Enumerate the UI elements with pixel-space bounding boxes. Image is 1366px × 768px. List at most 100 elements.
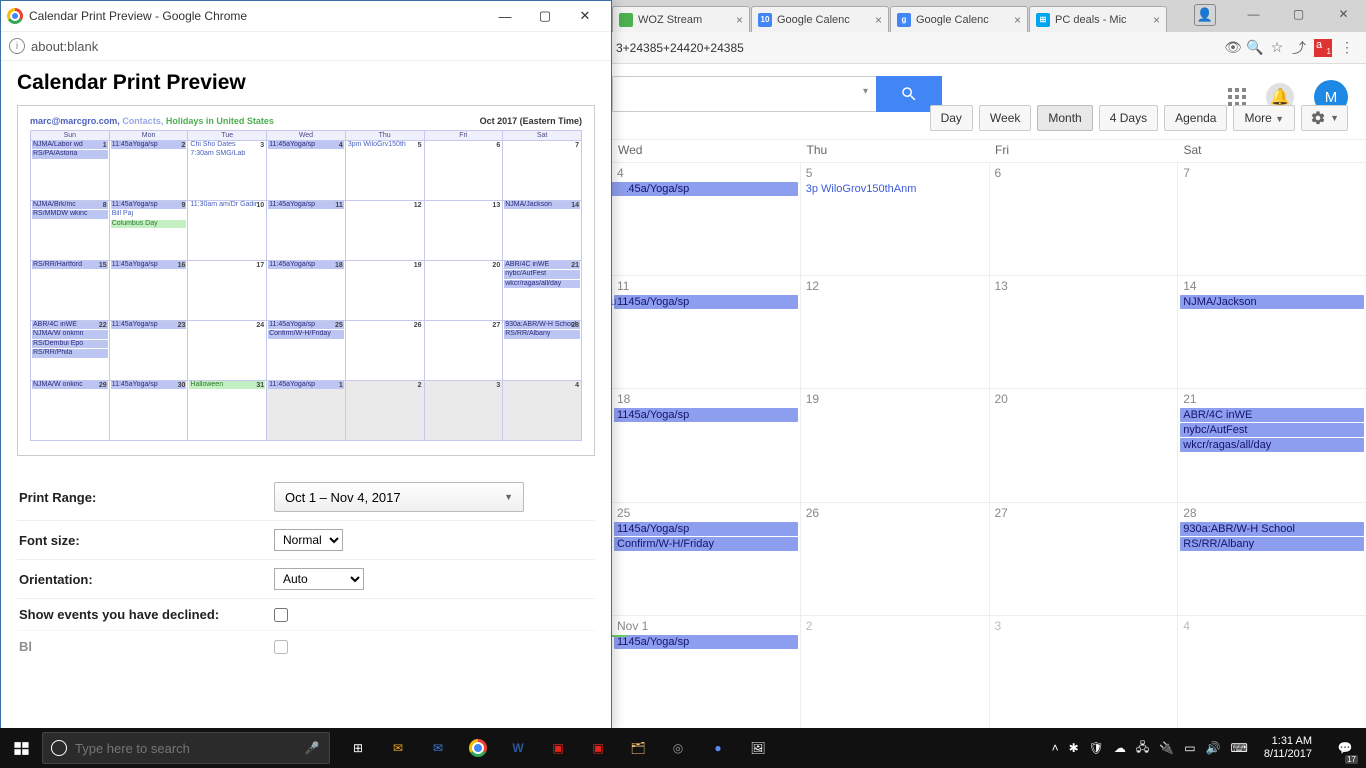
chrome-icon[interactable] xyxy=(458,728,498,768)
zoom-icon[interactable]: 🔍 xyxy=(1244,39,1266,56)
browser-tab[interactable]: 10Google Calenc× xyxy=(751,6,889,32)
calendar-event[interactable]: wkcr/ragas/all/day xyxy=(1180,438,1364,452)
cortana-icon xyxy=(43,740,75,756)
calendar-day-cell[interactable]: 11Gadiraju1145a/Yoga/sp xyxy=(612,276,800,388)
calendar-day-cell[interactable]: 21ABR/4C inWEnybc/AutFestwkcr/ragas/all/… xyxy=(1177,389,1366,501)
mic-icon[interactable]: 🎤 xyxy=(295,741,329,755)
tray-up-icon[interactable]: ˄ xyxy=(1052,741,1059,755)
bw-label: Bl xyxy=(19,639,274,654)
calendar-event[interactable]: 930a:ABR/W-H School xyxy=(1180,522,1364,536)
settings-button[interactable]: ▼ xyxy=(1301,105,1348,131)
browser-tab[interactable]: WOZ Stream× xyxy=(612,6,750,32)
calendar-day-cell[interactable]: 181145a/Yoga/sp xyxy=(612,389,800,501)
app-icon-2[interactable]: ● xyxy=(698,728,738,768)
calendar-day-cell[interactable]: 4 xyxy=(1177,616,1366,728)
calendar-event[interactable]: 1145a/Yoga/sp xyxy=(614,408,798,422)
calendar-day-cell[interactable]: 28930a:ABR/W-H SchoolRS/RR/Albany xyxy=(1177,503,1366,615)
calendar-event[interactable]: ABR/4C inWE xyxy=(1180,408,1364,422)
calendar-day-cell[interactable]: 20 xyxy=(989,389,1178,501)
calendar-day-cell[interactable]: 251145a/Yoga/spConfirm/W-H/Friday xyxy=(612,503,800,615)
chrome-profile-button[interactable]: 👤 xyxy=(1194,4,1216,26)
extension-icon[interactable]: ⤴ xyxy=(1288,38,1310,58)
word-icon[interactable]: W xyxy=(498,728,538,768)
search-input[interactable] xyxy=(612,76,876,112)
calendar-event[interactable]: RS/RR/Albany xyxy=(1180,537,1364,551)
view-day[interactable]: Day xyxy=(930,105,973,131)
tab-close-icon[interactable]: × xyxy=(875,13,882,27)
explorer-icon[interactable]: 🗂 xyxy=(618,728,658,768)
calendar-event[interactable]: Confirm/W-H/Friday xyxy=(614,537,798,551)
calendar-event[interactable]: 1145a/Yoga/sp xyxy=(614,182,798,196)
tab-close-icon[interactable]: × xyxy=(1153,13,1160,27)
maximize-button[interactable]: ▢ xyxy=(1276,0,1321,28)
eye-icon[interactable]: 👁 xyxy=(1222,39,1244,56)
view-agenda[interactable]: Agenda xyxy=(1164,105,1227,131)
adobe-reader-icon-2[interactable]: ▣ xyxy=(578,728,618,768)
popup-address-bar[interactable]: i about:blank xyxy=(1,31,611,61)
view-month[interactable]: Month xyxy=(1037,105,1092,131)
adblock-extension-icon[interactable]: 1 xyxy=(1314,39,1332,57)
keyboard-icon[interactable]: ⌨ xyxy=(1231,741,1248,755)
browser-tab[interactable]: gGoogle Calenc× xyxy=(890,6,1028,32)
calendar-day-cell[interactable]: Nov 11145a/Yoga/sp xyxy=(612,616,800,728)
font-size-select[interactable]: Normal xyxy=(274,529,343,551)
browser-tab[interactable]: ⊞PC deals - Mic× xyxy=(1029,6,1167,32)
calendar-event[interactable]: nybc/AutFest xyxy=(1180,423,1364,437)
cortana-input[interactable] xyxy=(75,741,295,756)
calendar-day-cell[interactable]: 19 xyxy=(800,389,989,501)
calendar-day-cell[interactable]: 7 xyxy=(1177,163,1366,275)
calendar-day-cell[interactable]: 12 xyxy=(800,276,989,388)
calendar-event[interactable]: NJMA/Jackson xyxy=(1180,295,1364,309)
calendar-day-cell[interactable]: 4es1145a/Yoga/sp xyxy=(612,163,800,275)
popup-minimize-button[interactable]: — xyxy=(485,9,525,24)
bw-checkbox[interactable] xyxy=(274,640,288,654)
browser-address-bar[interactable]: 3+24385+24420+24385 👁 🔍 ☆ ⤴ 1 ⋮ xyxy=(612,32,1366,64)
calendar-day-cell[interactable]: 26 xyxy=(800,503,989,615)
outlook-icon[interactable]: ✉ xyxy=(378,728,418,768)
thunderbird-icon[interactable]: ✉ xyxy=(418,728,458,768)
print-range-select[interactable]: Oct 1 – Nov 4, 2017▼ xyxy=(274,482,524,512)
declined-events-checkbox[interactable] xyxy=(274,608,288,622)
chrome-menu-icon[interactable]: ⋮ xyxy=(1336,39,1358,56)
app-icon-3[interactable]: 🖼 xyxy=(738,728,778,768)
view-4days[interactable]: 4 Days xyxy=(1099,105,1158,131)
calendar-day-cell[interactable]: 6 xyxy=(989,163,1178,275)
view-week[interactable]: Week xyxy=(979,105,1031,131)
orientation-select[interactable]: Auto xyxy=(274,568,364,590)
bluetooth-icon[interactable]: ✱ xyxy=(1069,741,1079,755)
star-icon[interactable]: ☆ xyxy=(1266,39,1288,56)
power-icon[interactable]: 🔌 xyxy=(1159,741,1174,755)
calendar-day-cell[interactable]: 3 xyxy=(989,616,1178,728)
day-number: 25 xyxy=(614,505,798,521)
popup-maximize-button[interactable]: ▢ xyxy=(525,8,565,24)
volume-icon[interactable]: 🔊 xyxy=(1206,741,1221,755)
network-icon[interactable]: 🖧 xyxy=(1136,738,1149,759)
calendar-event[interactable]: 3p WiloGrov150thAnm xyxy=(803,182,987,196)
onedrive-icon[interactable]: ☁ xyxy=(1114,741,1126,755)
defender-icon[interactable]: 🛡 xyxy=(1089,741,1104,755)
calendar-day-cell[interactable]: 27 xyxy=(989,503,1178,615)
adobe-reader-icon[interactable]: ▣ xyxy=(538,728,578,768)
calendar-event[interactable]: 1145a/Yoga/sp xyxy=(614,295,798,309)
calendar-event[interactable]: 1145a/Yoga/sp xyxy=(614,522,798,536)
google-apps-icon[interactable] xyxy=(1228,88,1246,106)
info-icon[interactable]: i xyxy=(9,38,25,54)
calendar-day-cell[interactable]: 53p WiloGrov150thAnm xyxy=(800,163,989,275)
app-icon[interactable]: ◎ xyxy=(658,728,698,768)
start-button[interactable] xyxy=(0,728,42,768)
calendar-day-cell[interactable]: 13 xyxy=(989,276,1178,388)
tab-close-icon[interactable]: × xyxy=(736,13,743,27)
minimize-button[interactable]: — xyxy=(1231,0,1276,28)
tab-close-icon[interactable]: × xyxy=(1014,13,1021,27)
clock[interactable]: 1:31 AM8/11/2017 xyxy=(1258,735,1318,760)
calendar-event[interactable]: 1145a/Yoga/sp xyxy=(614,635,798,649)
task-view-icon[interactable]: ⊞ xyxy=(338,728,378,768)
close-button[interactable]: ✕ xyxy=(1321,0,1366,28)
more-button[interactable]: More ▼ xyxy=(1233,105,1295,131)
popup-close-button[interactable]: ✕ xyxy=(565,8,605,24)
action-center-icon[interactable]: 💬17 xyxy=(1328,728,1362,768)
calendar-day-cell[interactable]: 2 xyxy=(800,616,989,728)
battery-icon[interactable]: ▭ xyxy=(1184,741,1195,755)
calendar-day-cell[interactable]: 14NJMA/Jackson xyxy=(1177,276,1366,388)
cortana-search[interactable]: 🎤 xyxy=(42,732,330,764)
